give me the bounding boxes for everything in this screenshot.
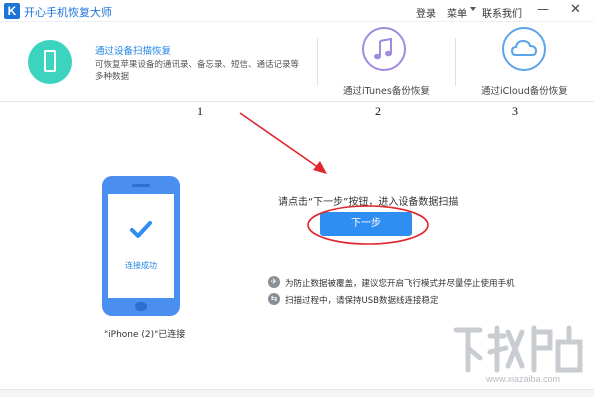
tip-airplane-mode: 为防止数据被覆盖，建议您开启飞行模式并尽量停止使用手机	[285, 279, 515, 289]
app-logo: K	[4, 3, 20, 19]
device-scan-mode-icon[interactable]	[28, 40, 72, 84]
usb-icon: ⇆	[268, 293, 280, 305]
close-icon[interactable]: ✕	[570, 2, 581, 17]
phone-illustration: 连接成功	[102, 176, 180, 316]
recovery-mode-bar: 通过设备扫描恢复 可恢复苹果设备的通讯录、备忘录、短信、通话记录等多种数据 通过…	[0, 22, 594, 102]
chevron-down-icon[interactable]	[470, 7, 476, 11]
device-scan-mode-title[interactable]: 通过设备扫描恢复	[95, 43, 171, 57]
device-scan-mode-description: 可恢复苹果设备的通讯录、备忘录、短信、通话记录等多种数据	[95, 60, 300, 82]
itunes-mode-icon[interactable]	[362, 27, 406, 71]
cloud-icon	[510, 39, 538, 56]
divider	[455, 38, 456, 86]
phone-home-button	[135, 302, 147, 311]
phone-screen: 连接成功	[108, 194, 174, 298]
icloud-mode-label[interactable]: 通过iCloud备份恢复	[481, 83, 568, 97]
status-bar	[0, 389, 594, 397]
contact-us-link[interactable]: 联系我们	[482, 5, 522, 20]
phone-icon	[44, 50, 56, 72]
step-number-1: 1	[197, 104, 203, 118]
divider	[317, 38, 318, 86]
icloud-mode-icon[interactable]	[502, 27, 546, 71]
title-bar: K 开心手机恢复大师 登录 菜单 联系我们 — ✕	[0, 0, 594, 22]
menu-button[interactable]: 菜单	[447, 5, 467, 20]
music-note-icon	[374, 37, 392, 60]
airplane-icon: ✈	[268, 276, 280, 288]
step-number-3: 3	[512, 104, 518, 118]
itunes-mode-label[interactable]: 通过iTunes备份恢复	[343, 83, 430, 97]
phone-speaker	[132, 184, 150, 187]
app-title: 开心手机恢复大师	[24, 6, 112, 19]
watermark-url: www.xiazaiba.com	[486, 374, 561, 384]
scan-instruction: 请点击“下一步”按钮，进入设备数据扫描	[278, 197, 459, 208]
minimize-icon[interactable]: —	[537, 2, 549, 16]
connection-status: 连接成功	[125, 261, 157, 270]
tip-usb-connection: 扫描过程中，请保持USB数据线连接稳定	[285, 296, 439, 306]
checkmark-icon	[130, 221, 152, 238]
watermark-logo	[453, 325, 583, 373]
login-link[interactable]: 登录	[416, 5, 436, 20]
device-name: "iPhone (2)"已连接	[104, 330, 186, 340]
step-number-2: 2	[375, 104, 381, 118]
next-step-button[interactable]: 下一步	[320, 212, 412, 236]
